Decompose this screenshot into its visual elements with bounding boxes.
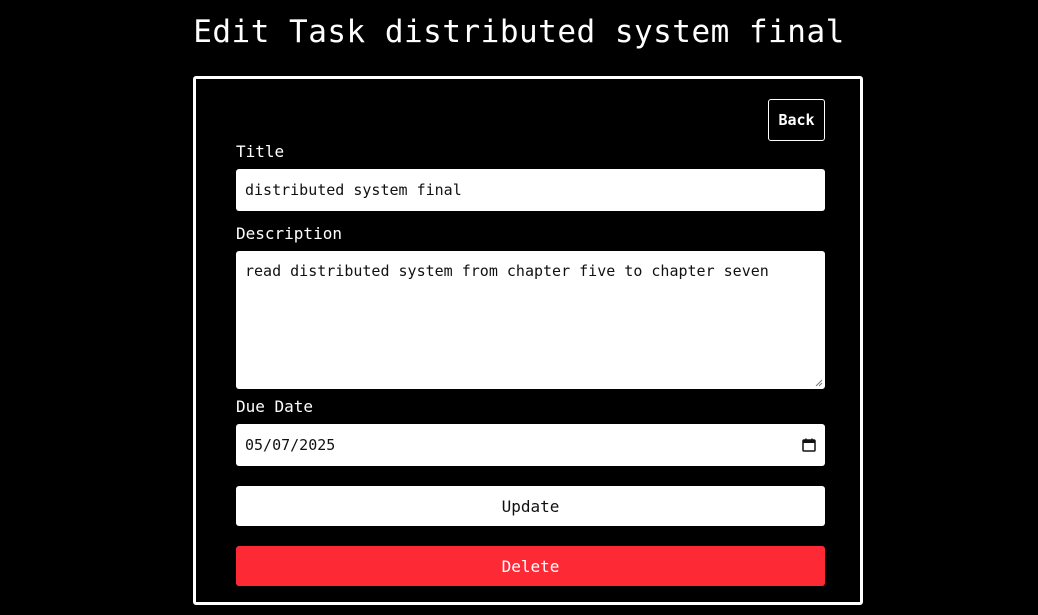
due-date-value: 05/07/2025 [245,436,336,454]
title-input[interactable]: distributed system final [236,169,825,211]
resize-grip-icon[interactable] [815,379,823,387]
description-textarea[interactable]: read distributed system from chapter fiv… [236,251,825,389]
update-button[interactable]: Update [236,486,825,526]
description-textarea-value: read distributed system from chapter fiv… [245,262,769,280]
page-title: Edit Task distributed system final [193,14,845,50]
delete-button[interactable]: Delete [236,546,825,586]
due-date-input[interactable]: 05/07/2025 [236,424,825,466]
description-label: Description [236,224,342,243]
back-button[interactable]: Back [768,99,825,141]
calendar-icon[interactable] [802,438,816,452]
title-input-value: distributed system final [245,181,462,199]
due-date-label: Due Date [236,397,314,416]
title-label: Title [236,142,285,161]
